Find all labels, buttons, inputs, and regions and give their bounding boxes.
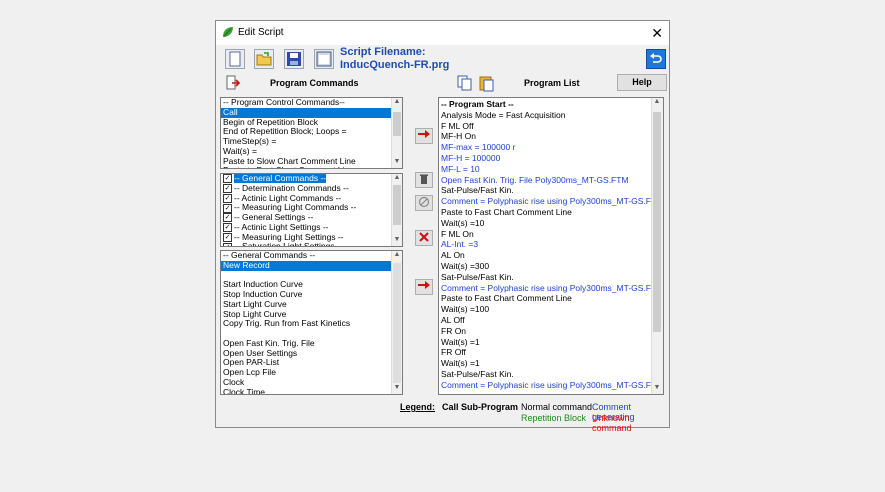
scrollbar[interactable]: ▲ ▼ [651,98,663,394]
app-leaf-icon [223,27,233,37]
list-item[interactable]: MF-L = 10 [439,164,663,175]
category-label: -- Saturation Light Settings -- [234,241,343,247]
edit-script-window: Edit Script ✕ Script Filename: InducQuen… [215,20,670,433]
legend-call-sub: Call Sub-Program [442,402,519,412]
list-item[interactable]: FR On [439,326,663,337]
undo-icon[interactable] [646,49,666,69]
list-item[interactable]: AL-Int. =3 [439,239,663,250]
close-icon[interactable]: ✕ [651,25,663,42]
open-folder-icon[interactable] [254,49,274,69]
list-item[interactable]: Clock Time [221,387,402,394]
list-item[interactable]: Comment = Polyphasic rise using Poly300m… [439,283,663,294]
list-item[interactable]: Wait(s) =300 [439,261,663,272]
list-item[interactable]: FR Off [439,347,663,358]
help-button[interactable]: Help [617,74,667,91]
control-commands-list[interactable]: -- Program Control Commands-- Call Begin o… [220,97,403,169]
checkbox[interactable]: ✓ [223,242,232,246]
list-item[interactable]: -- Program Start -- [439,99,663,110]
category-label: -- Determination Commands -- [234,182,349,193]
script-filename: Script Filename: InducQuench-FR.prg [340,46,449,72]
checkbox[interactable]: ✓ [223,232,232,242]
scrollbar[interactable]: ▲ ▼ [391,174,402,246]
list-item[interactable]: Sat-Pulse/Fast Kin. [439,369,663,380]
list-item[interactable]: Wait(s) =1 [439,337,663,348]
list-item[interactable]: AL Off [439,315,663,326]
list-item[interactable]: F ML Off [439,121,663,132]
list-item[interactable]: Copy Trig. Run from Fast Kinetics [221,318,402,329]
category-label: -- General Commands -- [234,173,327,183]
category-label: -- Measuring Light Settings -- [234,231,344,242]
list-item[interactable]: Wait(s) =1 [439,358,663,369]
list-item[interactable]: AL On [439,250,663,261]
list-item[interactable]: Sat-Pulse/Fast Kin. [439,185,663,196]
window-title: Edit Script [238,27,284,38]
list-item[interactable]: Comment = Polyphasic rise using Poly300m… [439,196,663,207]
legend-repetition: Repetition Block [521,413,587,423]
category-label: -- Actinic Light Commands -- [234,192,342,203]
new-file-icon[interactable] [225,49,245,69]
add-general-arrow-icon[interactable] [415,279,433,295]
list-item[interactable]: MF-max = 100000 r [439,142,663,153]
legend-title: Legend: [400,402,435,412]
save-icon[interactable] [284,49,304,69]
script-filename-value: InducQuench-FR.prg [340,59,450,71]
general-commands-list[interactable]: -- General Commands -- New Record Start In… [220,250,403,395]
scrollbar[interactable]: ▲ ▼ [391,251,402,394]
legend-unknown: Unknown command [592,413,632,433]
list-item[interactable]: F ML On [439,229,663,240]
category-label: -- General Settings -- [234,212,314,222]
list-item[interactable]: Analysis Mode = Fast Acquisition [439,110,663,121]
scrollbar[interactable]: ▲ ▼ [391,98,402,168]
delete-x-icon[interactable] [415,230,433,246]
checkbox[interactable]: ✓ [223,223,232,232]
list-item[interactable]: Paste to Fast Chart Comment Line [439,207,663,218]
category-item[interactable]: ✓ -- Saturation Light Settings -- [221,241,402,247]
list-item[interactable]: -- Program Control Commands-- [221,98,402,108]
trash-icon[interactable] [415,172,433,188]
list-item[interactable]: Paste to Fast Chart Comment Line [439,293,663,304]
list-item[interactable]: Wait(s) =100 [439,304,663,315]
category-label: -- Actinic Light Settings -- [234,221,329,232]
insert-command-icon[interactable] [225,75,241,91]
command-categories-list[interactable]: ✓ -- General Commands -- ✓ -- Determination… [220,173,403,247]
checkbox[interactable]: ✓ [223,213,232,223]
list-item[interactable]: MF-H = 100000 [439,153,663,164]
program-commands-header: Program Commands [270,78,359,88]
list-item[interactable]: MF-H On [439,131,663,142]
script-filename-label: Script Filename: [340,46,426,58]
list-item[interactable]: New Record [221,260,402,271]
copy-icon[interactable] [456,74,474,92]
disable-icon[interactable] [415,195,433,211]
window-view-icon[interactable] [314,49,334,69]
list-item[interactable]: Sat-Pulse/Fast Kin. [439,272,663,283]
checkbox[interactable]: ✓ [223,203,232,213]
category-label: -- Measuring Light Commands -- [234,202,357,213]
list-item[interactable]: Wait(s) =10 [439,218,663,229]
program-list-header: Program List [524,78,580,88]
list-item[interactable]: Open Fast Kin. Trig. File Poly300ms_MT-G… [439,175,663,186]
list-item[interactable]: Comment = Polyphasic rise using Poly300m… [439,380,663,391]
legend-normal: Normal command [521,402,593,412]
checkbox[interactable]: ✓ [223,193,232,203]
list-item[interactable]: Open Lcp File [221,367,402,378]
title-bar: Edit Script ✕ [216,21,669,45]
program-list[interactable]: -- Program Start -- Analysis Mode = Fast … [438,97,664,395]
checkbox[interactable]: ✓ [223,184,232,193]
checkbox[interactable]: ✓ [223,174,232,184]
paste-icon[interactable] [478,74,496,92]
add-command-arrow-icon[interactable] [415,128,433,144]
list-item[interactable]: Paste to Fast Chart Comment Line [221,165,402,168]
